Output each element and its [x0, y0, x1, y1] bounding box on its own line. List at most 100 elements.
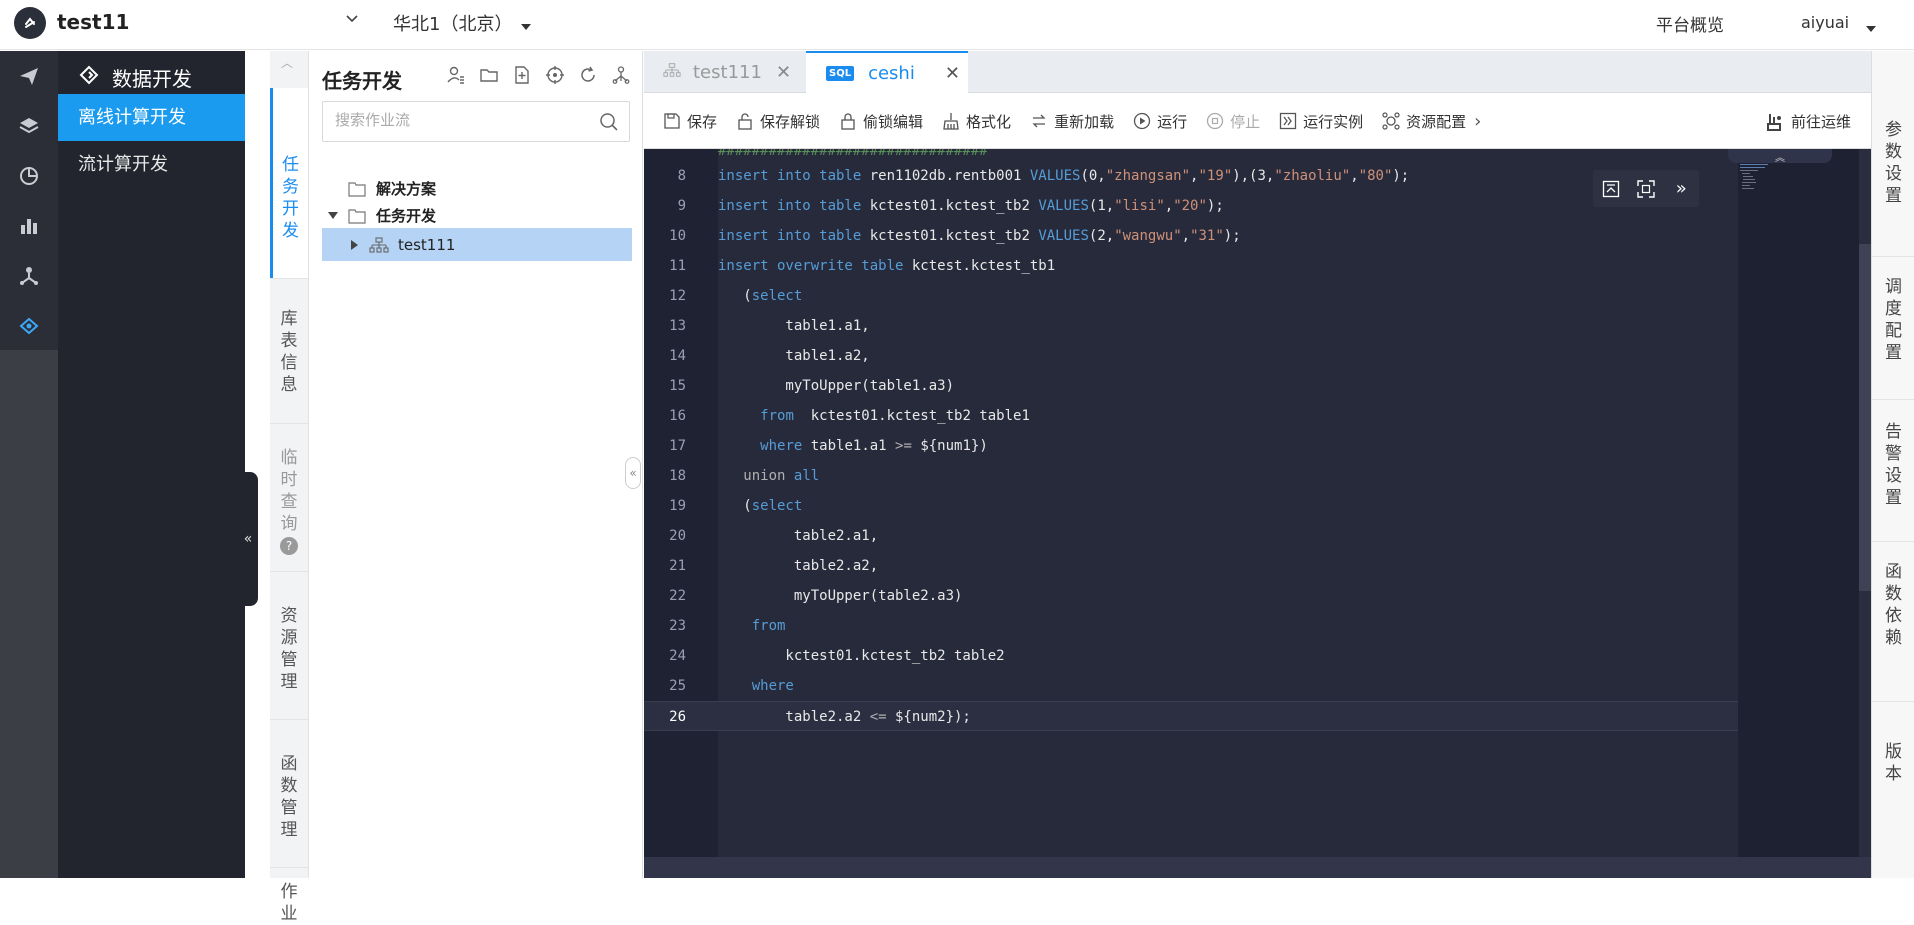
code-line[interactable]: 9 insert into table kctest01.kctest_tb2 V…: [644, 191, 1738, 221]
line-number: 24: [669, 648, 686, 664]
resource-config-button[interactable]: 资源配置: [1382, 111, 1466, 132]
expand-right-icon[interactable]: »: [1669, 177, 1693, 201]
code-line[interactable]: 22 myToUpper(table2.a3): [644, 581, 1738, 611]
caret-down-icon[interactable]: [322, 211, 344, 220]
chevron-up-icon[interactable]: ︿: [281, 54, 293, 71]
collapse-all-icon[interactable]: [1599, 177, 1623, 201]
user-menu[interactable]: aiyuai: [1801, 13, 1849, 32]
tab-label: 告警设置: [1885, 422, 1902, 508]
workflow-icon[interactable]: [0, 301, 58, 351]
code-line[interactable]: 17 where table1.a1 >= ${num1}): [644, 431, 1738, 461]
caret-down-icon[interactable]: [1865, 19, 1877, 37]
tab-schedule[interactable]: 调度配置: [1872, 276, 1914, 364]
refresh-icon[interactable]: [577, 64, 598, 85]
close-icon[interactable]: ✕: [776, 62, 791, 83]
code-text: table1.a1,: [718, 318, 870, 334]
goto-ops-button[interactable]: 前往运维: [1765, 111, 1851, 132]
top-bar: test11 华北1（北京） 平台概览 aiyuai: [0, 0, 1914, 50]
caret-down-icon[interactable]: [520, 17, 532, 35]
tab-label: 资源管理: [280, 606, 298, 692]
code-line[interactable]: 14 table1.a2,: [644, 341, 1738, 371]
tab-function-mgmt[interactable]: 函数管理: [270, 719, 308, 867]
code-text: (select: [718, 288, 803, 304]
code-editor[interactable]: ################################ 8 insert…: [644, 149, 1871, 857]
new-file-icon[interactable]: [511, 64, 532, 85]
code-line[interactable]: 25 where: [644, 671, 1738, 701]
tab-label: 版本: [1885, 742, 1902, 784]
steal-lock-label: 偷锁编辑: [863, 112, 924, 131]
platform-overview-link[interactable]: 平台概览: [1656, 11, 1724, 36]
send-icon[interactable]: [0, 51, 58, 101]
code-line[interactable]: 23 from: [644, 611, 1738, 641]
fullscreen-icon[interactable]: [1634, 177, 1658, 201]
tab-ceshi[interactable]: SQL ceshi ✕: [806, 51, 968, 93]
code-line[interactable]: 16 from kctest01.kctest_tb2 table1: [644, 401, 1738, 431]
code-line[interactable]: 21 table2.a2,: [644, 551, 1738, 581]
tab-version[interactable]: 版本: [1872, 741, 1914, 785]
icon-rail-footer: [0, 350, 58, 878]
cluster-icon[interactable]: [0, 251, 58, 301]
collapse-sidebar-icon[interactable]: «: [238, 472, 258, 606]
close-icon[interactable]: ✕: [945, 63, 960, 84]
new-folder-icon[interactable]: [478, 64, 499, 85]
code-line[interactable]: 15 myToUpper(table1.a3): [644, 371, 1738, 401]
code-line[interactable]: 11 insert overwrite table kctest.kctest_t…: [644, 251, 1738, 281]
stop-button[interactable]: 停止: [1206, 111, 1260, 132]
tab-label: 函数管理: [280, 754, 298, 840]
app-logo-icon[interactable]: [14, 7, 46, 39]
locate-icon[interactable]: [544, 64, 565, 85]
cluster-icon[interactable]: [610, 64, 631, 85]
tree-node-test111[interactable]: test111: [322, 228, 632, 261]
icon-rail: [0, 51, 58, 350]
tab-func-deps[interactable]: 函数依赖: [1872, 561, 1914, 649]
code-line[interactable]: 18 union all: [644, 461, 1738, 491]
editor-scrollbar[interactable]: [1859, 149, 1871, 857]
pane-toolbar: [445, 64, 631, 85]
tab-job[interactable]: 作业: [270, 867, 308, 924]
reload-button[interactable]: 重新加载: [1030, 111, 1114, 132]
pie-chart-icon[interactable]: [0, 151, 58, 201]
tab-test111[interactable]: test111 ✕: [644, 51, 806, 93]
scroll-thumb[interactable]: [1859, 244, 1871, 591]
code-line[interactable]: 24 kctest01.kctest_tb2 table2: [644, 641, 1738, 671]
code-line[interactable]: 26 table2.a2 <= ${num2});: [644, 701, 1738, 731]
search-input[interactable]: [335, 112, 585, 129]
reload-icon: [1032, 114, 1046, 128]
search-icon[interactable]: [599, 112, 619, 136]
side-tab-strip: ︿ 任务开发 库表信息 临时查询? 资源管理 函数管理 作业: [270, 51, 309, 924]
chevron-down-icon[interactable]: [345, 12, 359, 30]
tab-table-info[interactable]: 库表信息: [270, 278, 308, 423]
tab-temp-query[interactable]: 临时查询?: [270, 423, 308, 571]
tab-task-dev[interactable]: 任务开发: [270, 88, 308, 278]
layers-icon[interactable]: [0, 101, 58, 151]
code-text: insert into table kctest01.kctest_tb2 VA…: [718, 228, 1241, 244]
steal-lock-button[interactable]: 偷锁编辑: [839, 111, 923, 132]
region-selector[interactable]: 华北1（北京）: [393, 10, 512, 36]
save-button[interactable]: 保存: [663, 111, 717, 132]
run-instance-button[interactable]: 运行实例: [1279, 111, 1363, 132]
code-line[interactable]: 12 (select: [644, 281, 1738, 311]
nav-item-stream[interactable]: 流计算开发: [58, 141, 245, 188]
code-line[interactable]: 10 insert into table kctest01.kctest_tb2 …: [644, 221, 1738, 251]
nav-item-offline[interactable]: 离线计算开发: [58, 94, 245, 141]
code-line[interactable]: 13 table1.a1,: [644, 311, 1738, 341]
scrolled-comment-line: ################################: [718, 149, 988, 157]
collapse-tree-icon[interactable]: «: [625, 457, 641, 489]
caret-right-icon[interactable]: [344, 239, 366, 250]
tab-alerts[interactable]: 告警设置: [1872, 421, 1914, 509]
tab-resource-mgmt[interactable]: 资源管理: [270, 571, 308, 719]
minimap[interactable]: [1738, 149, 1871, 857]
chevron-right-icon[interactable]: ›: [1474, 111, 1481, 132]
help-icon[interactable]: ?: [280, 537, 298, 555]
tab-params[interactable]: 参数设置: [1872, 119, 1914, 207]
code-line[interactable]: 20 table2.a1,: [644, 521, 1738, 551]
save-unlock-button[interactable]: 保存解锁: [736, 111, 820, 132]
code-line[interactable]: 19 (select: [644, 491, 1738, 521]
code-line[interactable]: 8 insert into table ren1102db.rentb001 VA…: [644, 161, 1738, 191]
chart-bars-icon[interactable]: [0, 201, 58, 251]
chevron-double-up-icon[interactable]: ︽: [1728, 149, 1832, 164]
new-user-node-icon[interactable]: [445, 64, 466, 85]
run-button[interactable]: 运行: [1133, 111, 1187, 132]
format-button[interactable]: 格式化: [942, 111, 1011, 132]
tab-label: ceshi: [868, 62, 915, 84]
